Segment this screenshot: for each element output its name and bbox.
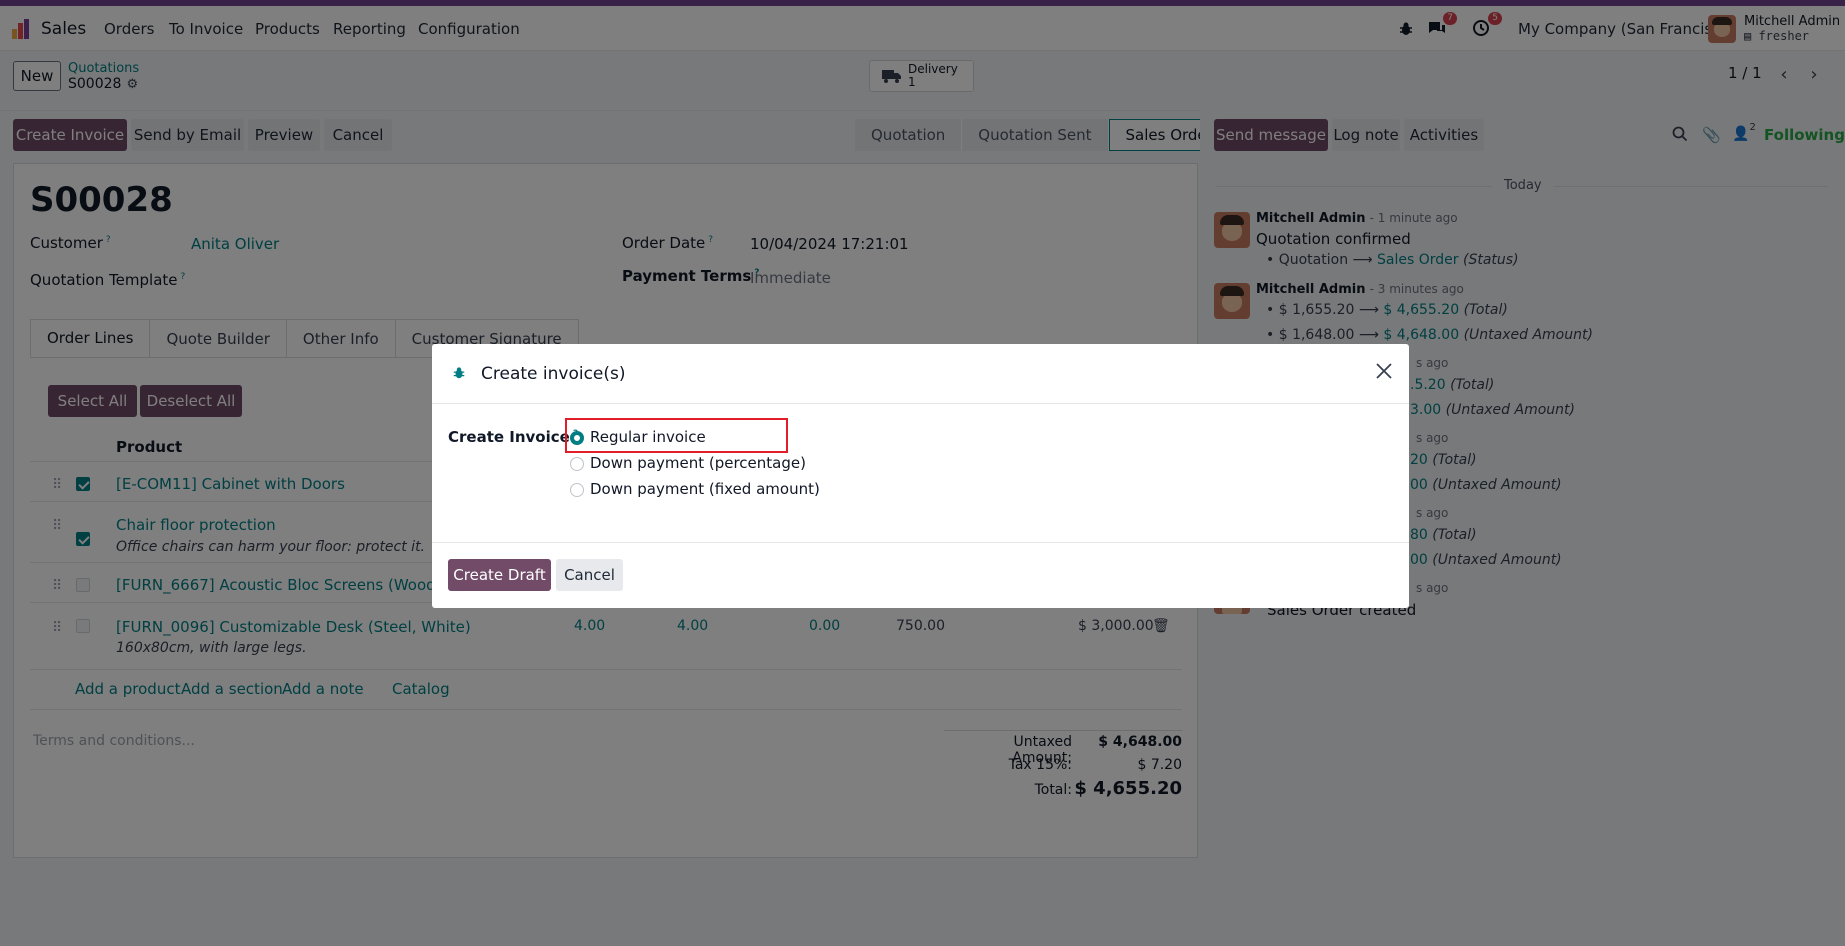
close-icon[interactable] <box>1375 362 1393 384</box>
dialog-footer: Create Draft Cancel <box>432 542 1409 608</box>
create-draft-button[interactable]: Create Draft <box>448 559 551 591</box>
radio-regular-invoice[interactable] <box>570 431 584 445</box>
radio-down-payment-percentage[interactable] <box>570 457 584 471</box>
dialog-cancel-button[interactable]: Cancel <box>556 559 623 591</box>
dialog-title: Create invoice(s) <box>481 364 626 384</box>
dialog-header: Create invoice(s) <box>432 344 1409 404</box>
create-invoice-dialog: Create invoice(s) Create Invoice? Regula… <box>432 344 1409 608</box>
debug-bug-icon[interactable] <box>452 366 466 384</box>
create-invoice-label: Create Invoice? <box>448 428 578 446</box>
option-down-payment-percentage[interactable]: Down payment (percentage) <box>590 454 806 472</box>
option-down-payment-fixed[interactable]: Down payment (fixed amount) <box>590 480 820 498</box>
option-regular-invoice[interactable]: Regular invoice <box>590 428 706 446</box>
radio-down-payment-fixed[interactable] <box>570 483 584 497</box>
